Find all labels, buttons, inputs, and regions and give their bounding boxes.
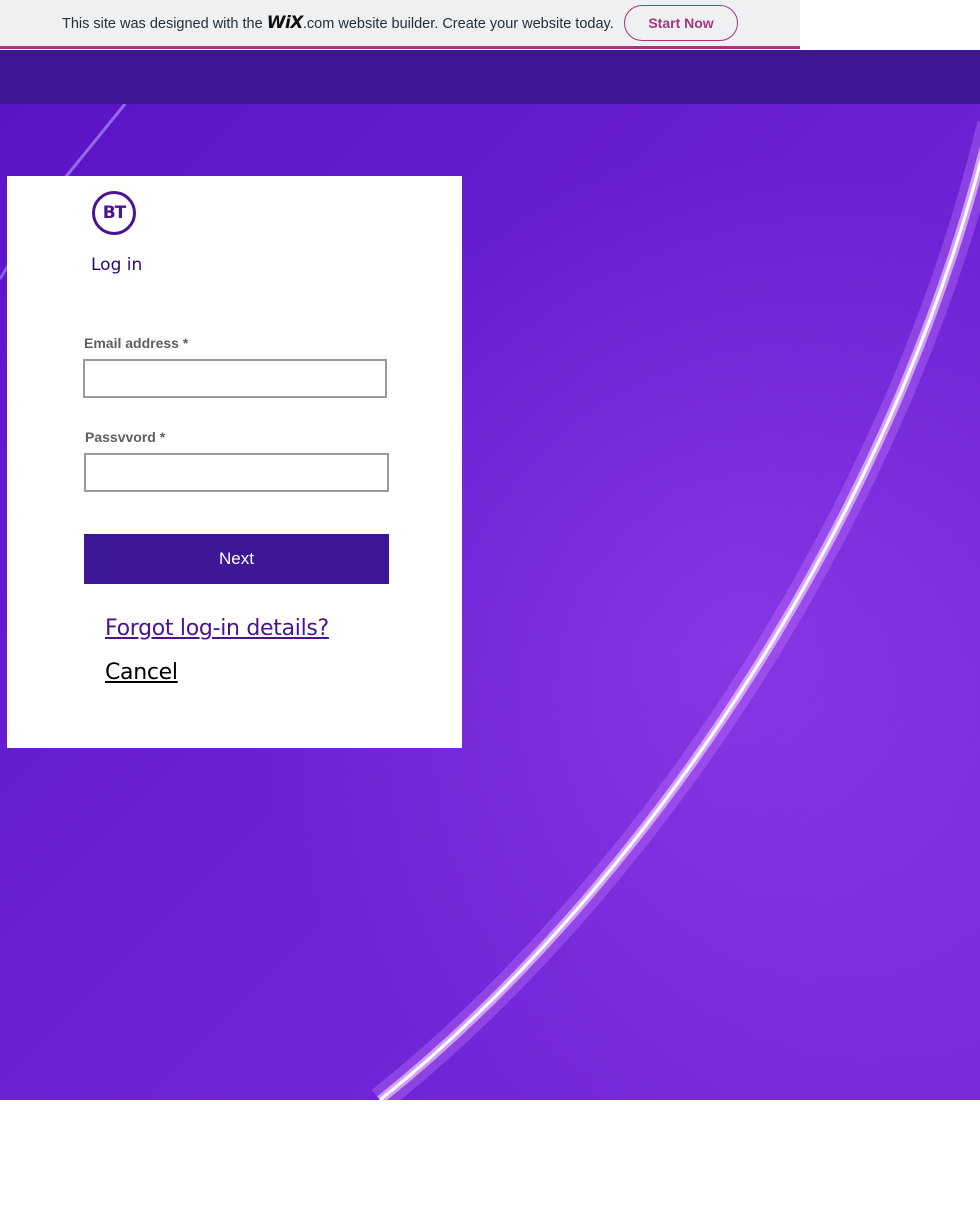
wix-logo: WiX xyxy=(266,13,304,33)
wix-text-before: This site was designed with the xyxy=(62,16,267,32)
email-field[interactable] xyxy=(83,359,387,398)
header-bar xyxy=(0,50,980,104)
login-card: BT Log in Email address * Passvvord * Ne… xyxy=(7,176,462,748)
next-button[interactable]: Next xyxy=(84,534,389,584)
cancel-link[interactable]: Cancel xyxy=(105,660,178,685)
wix-text-after: .com website builder. Create your websit… xyxy=(302,16,614,32)
wix-banner-text: This site was designed with the WiX.com … xyxy=(62,13,614,33)
start-now-button[interactable]: Start Now xyxy=(624,5,738,41)
password-field[interactable] xyxy=(84,453,389,492)
email-label: Email address * xyxy=(84,335,189,351)
password-label: Passvvord * xyxy=(85,429,166,445)
forgot-login-link[interactable]: Forgot log-in details? xyxy=(105,616,329,641)
wix-banner: This site was designed with the WiX.com … xyxy=(0,0,800,49)
login-title: Log in xyxy=(91,255,143,275)
bt-logo: BT xyxy=(92,191,136,235)
